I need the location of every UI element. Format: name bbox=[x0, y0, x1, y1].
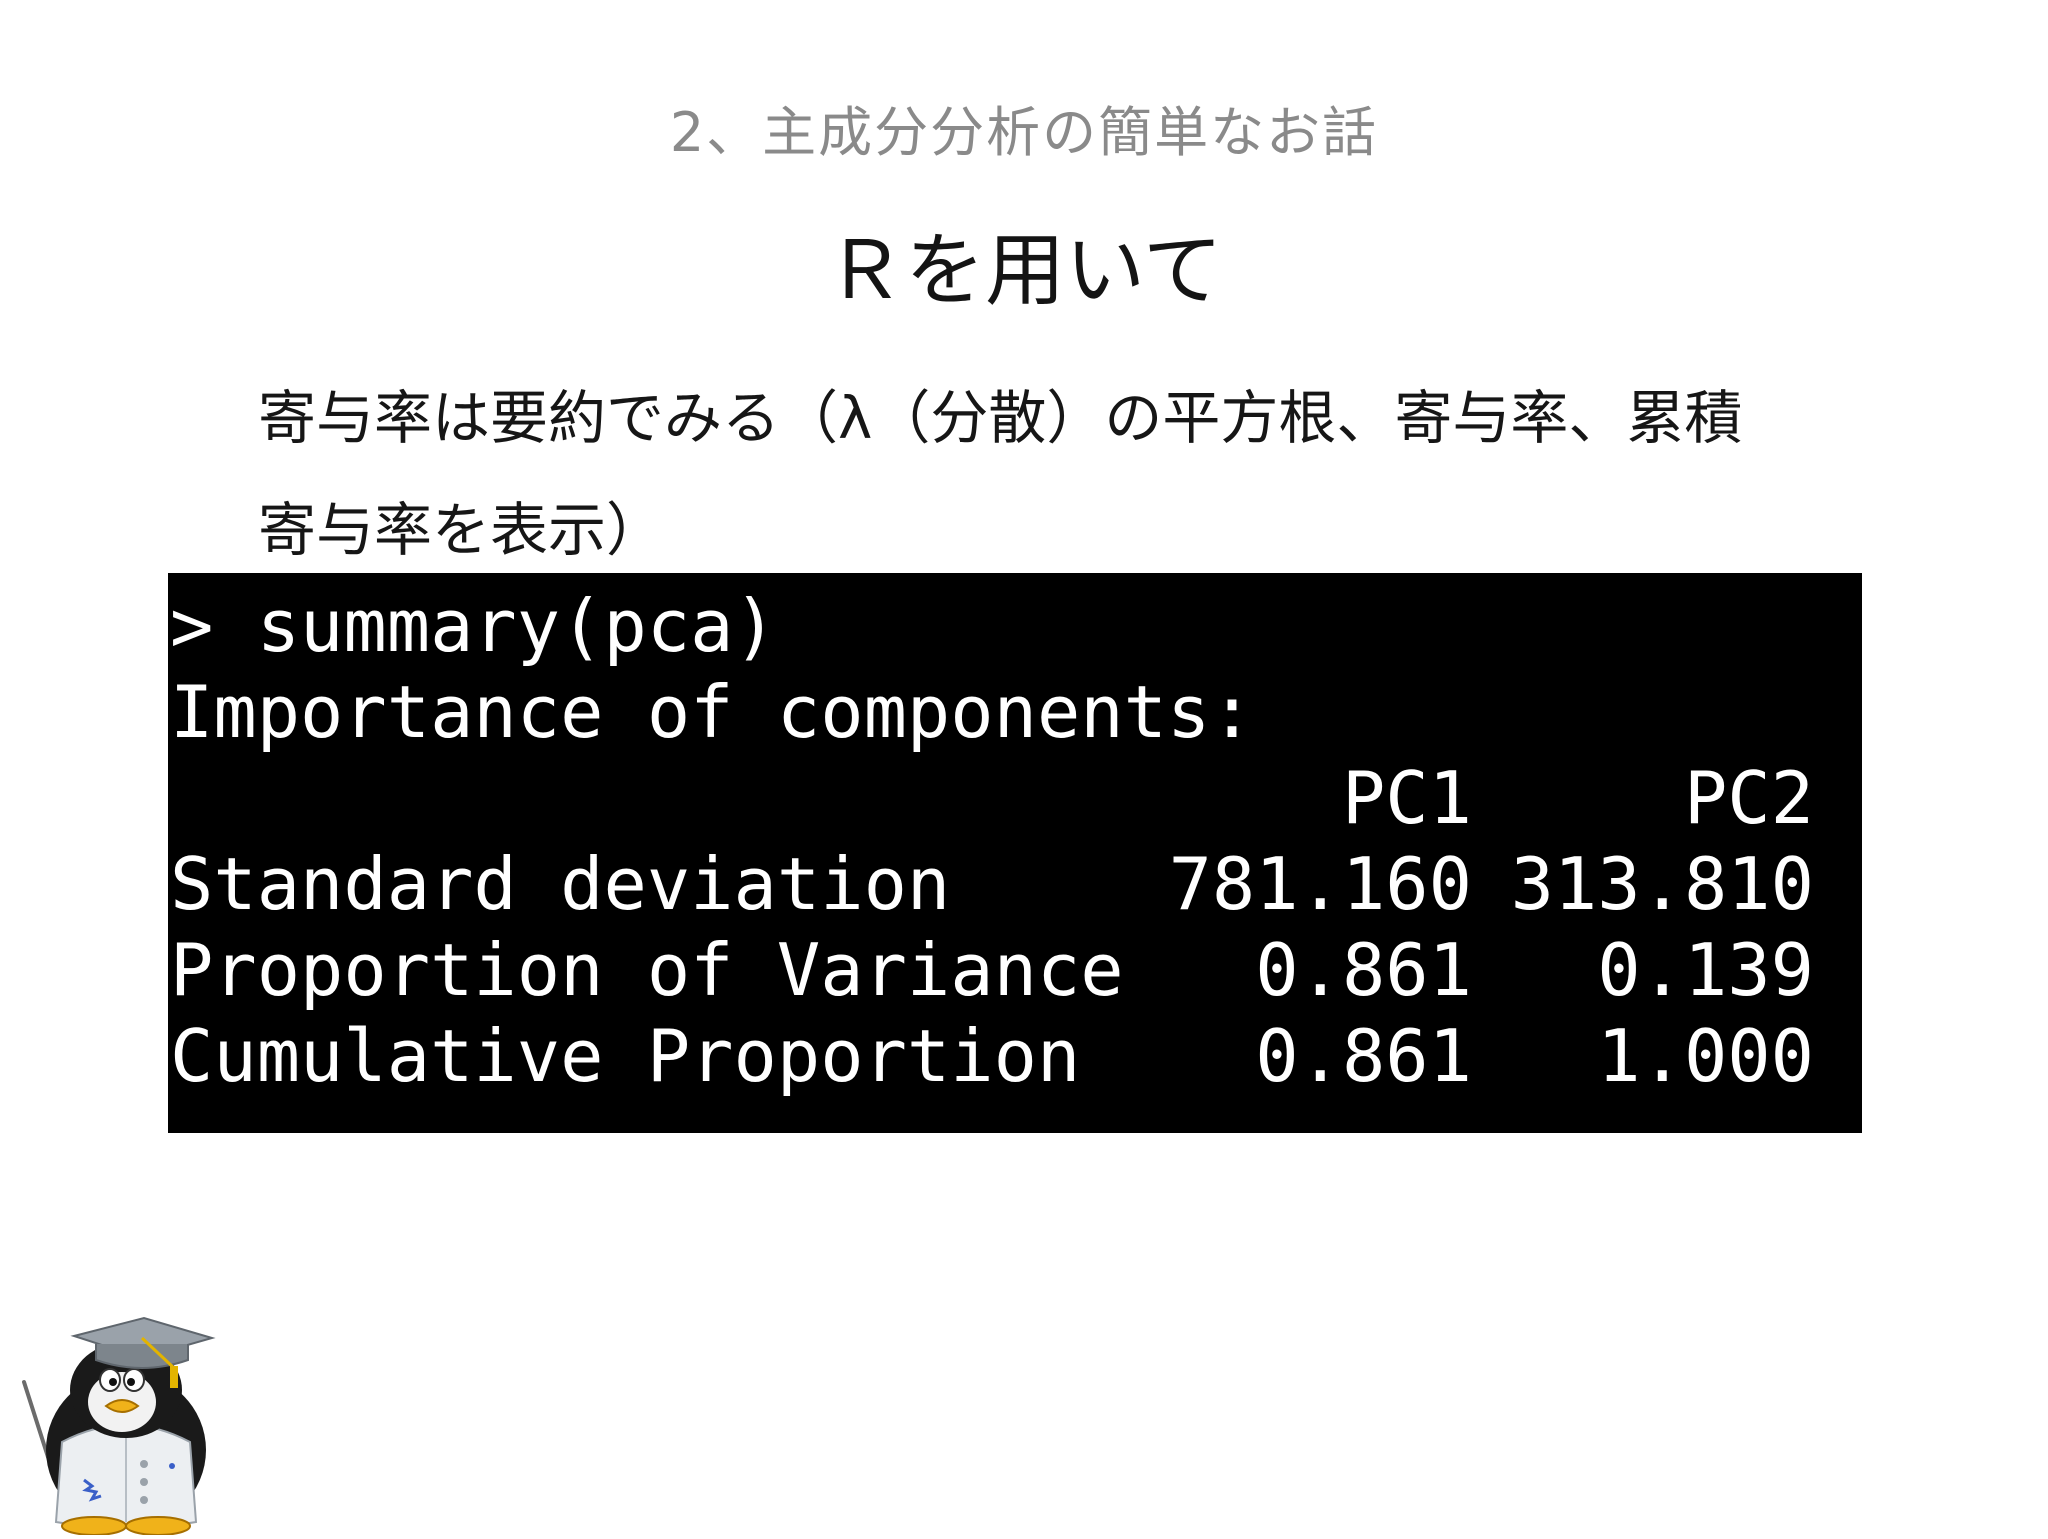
console-command: > summary(pca) bbox=[170, 584, 777, 668]
column-header-pc2: PC2 bbox=[1683, 756, 1814, 840]
slide-heading: 2、主成分分析の簡単なお話 bbox=[669, 101, 1379, 164]
console-row-standard-deviation: Standard deviation 781.160 313.810 bbox=[170, 841, 1862, 927]
console-column-header-row: PC1 PC2 bbox=[170, 755, 1862, 841]
row-label: Cumulative Proportion bbox=[170, 1014, 1081, 1098]
row-label: Standard deviation bbox=[170, 842, 951, 926]
row-label: Proportion of Variance bbox=[170, 928, 1124, 1012]
console-row-proportion-of-variance: Proportion of Variance 0.861 0.139 bbox=[170, 927, 1862, 1013]
value-pc1: 781.160 bbox=[1168, 842, 1472, 926]
graduate-penguin-icon bbox=[14, 1310, 234, 1536]
column-header-pc1: PC1 bbox=[1341, 756, 1472, 840]
value-pc2: 313.810 bbox=[1510, 842, 1814, 926]
value-pc1: 0.861 bbox=[1255, 928, 1472, 1012]
value-pc1: 0.861 bbox=[1255, 1014, 1472, 1098]
body-line-1: 寄与率は要約でみる（λ（分散）の平方根、寄与率、累積 bbox=[258, 384, 1743, 452]
console-row-cumulative-proportion: Cumulative Proportion 0.861 1.000 bbox=[170, 1013, 1862, 1099]
value-pc2: 1.000 bbox=[1597, 1014, 1814, 1098]
slide-body-text: 寄与率は要約でみる（λ（分散）の平方根、寄与率、累積 寄与率を表示） bbox=[258, 362, 1898, 586]
console-section-header: Importance of components: bbox=[170, 670, 1254, 754]
r-console-output: > summary(pca) Importance of components: P… bbox=[168, 573, 1862, 1133]
slide-title: Ｒを用いて bbox=[825, 224, 1223, 317]
value-pc2: 0.139 bbox=[1597, 928, 1814, 1012]
body-line-2: 寄与率を表示） bbox=[258, 496, 665, 564]
